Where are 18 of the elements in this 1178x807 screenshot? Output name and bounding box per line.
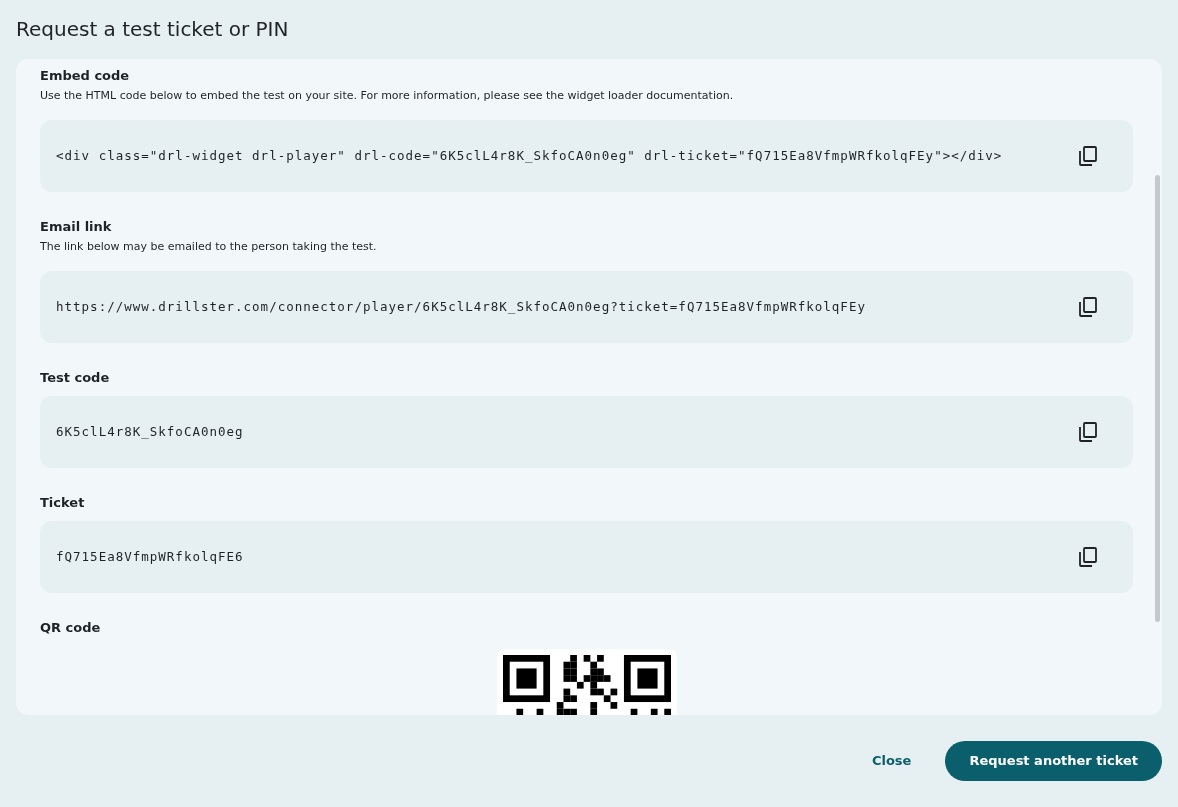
copy-icon[interactable] <box>1079 146 1097 166</box>
code-text: https://www.drillster.com/connector/player/6K5clL4r8K_SkfoCA0n0eg?ticket=fQ715Ea8VfmpWRfkolqFEy <box>56 297 866 316</box>
section-description: Use the HTML code below to embed the test on your site. For more information, please see the widget loader documentation. <box>40 88 734 104</box>
code-text: <div class="drl-widget drl-player" drl-code="6K5clL4r8K_SkfoCA0n0eg" drl-ticket="fQ715Ea8VfmpWRfkolqFEy"></div> <box>56 146 1003 165</box>
section-label: Embed code <box>40 67 130 85</box>
section-description: The link below may be emailed to the person taking the test. <box>40 239 377 255</box>
copy-icon[interactable] <box>1079 422 1097 442</box>
copy-icon[interactable] <box>1079 297 1097 317</box>
section-label: Email link <box>40 218 112 236</box>
request-ticket-button[interactable]: Request another ticket <box>945 741 1162 781</box>
code-text: fQ715Ea8VfmpWRfkolqFE6 <box>56 547 244 566</box>
section-label: Test code <box>40 369 110 387</box>
section-label: Ticket <box>40 494 85 512</box>
dialog-title: Request a test ticket or PIN <box>15 16 290 43</box>
close-button[interactable]: Close <box>867 741 916 781</box>
copy-icon[interactable] <box>1079 547 1097 567</box>
section-label: QR code <box>40 619 101 637</box>
code-text: 6K5clL4r8K_SkfoCA0n0eg <box>56 422 244 441</box>
